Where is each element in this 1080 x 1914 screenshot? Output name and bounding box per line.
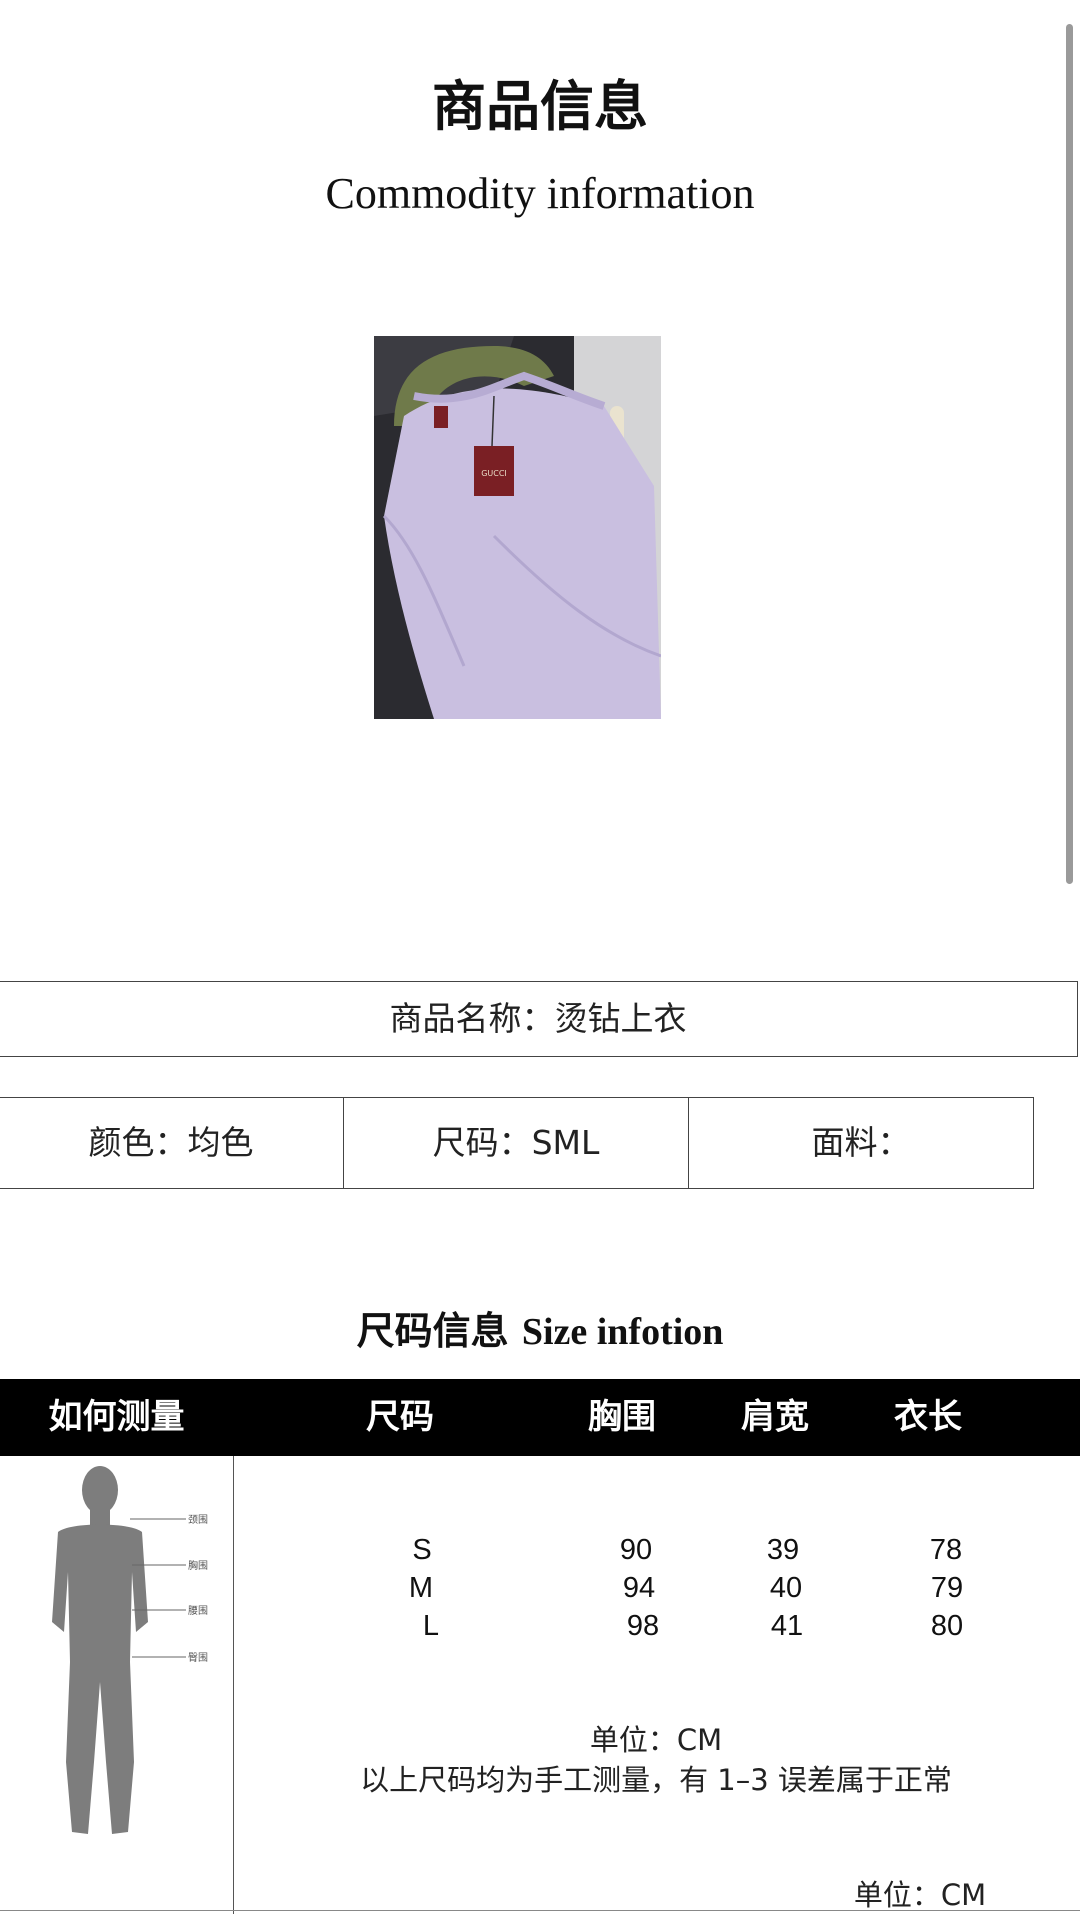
row-m-length: 79 [930, 1572, 964, 1604]
size-section-title: 尺码信息 Size infotion [0, 1300, 1080, 1355]
product-color: 颜色：均色 [0, 1098, 344, 1188]
row-l-shoulder: 41 [770, 1610, 804, 1642]
size-title-en: Size infotion [521, 1311, 724, 1353]
size-table-header: 如何测量 尺码 胸围 肩宽 衣长 [0, 1379, 1080, 1456]
page-title: 商品信息 [432, 75, 648, 138]
unit-note: 单位：CM [589, 1723, 723, 1757]
unit-note-bottom: 单位：CM [853, 1878, 987, 1912]
row-m-chest: 94 [622, 1572, 656, 1604]
label-hip: 臀围 [188, 1652, 208, 1664]
label-waist: 腰围 [188, 1605, 208, 1617]
row-l-size: L [422, 1610, 440, 1642]
product-name: 商品名称：烫钻上衣 [0, 981, 1078, 1057]
row-m-size: M [408, 1572, 434, 1604]
body-measurement-figure: 颈围 胸围 腰围 臀围 [40, 1462, 220, 1852]
row-s-chest: 90 [619, 1534, 653, 1566]
header-chest: 胸围 [588, 1397, 656, 1437]
table-divider [233, 1456, 234, 1914]
header-how-to-measure: 如何测量 [48, 1397, 185, 1437]
product-attributes: 颜色：均色 尺码：SML 面料： [0, 1097, 1034, 1189]
measurement-notes: 单位：CM 以上尺码均为手工测量，有 1–3 误差属于正常 [240, 1720, 1072, 1800]
row-s-shoulder: 39 [766, 1534, 800, 1566]
tag-text: GUCCI [481, 469, 507, 478]
page-subtitle: Commodity information [325, 169, 755, 218]
row-l-chest: 98 [626, 1610, 660, 1642]
product-size: 尺码：SML [344, 1098, 689, 1188]
row-l-length: 80 [930, 1610, 964, 1642]
product-photo: GUCCI [374, 336, 661, 719]
row-s-size: S [412, 1534, 432, 1566]
label-chest: 胸围 [188, 1559, 208, 1572]
header-size: 尺码 [366, 1397, 434, 1437]
row-s-length: 78 [929, 1534, 963, 1566]
label-neck: 颈围 [188, 1514, 208, 1526]
product-fabric: 面料： [811, 1123, 911, 1162]
row-m-shoulder: 40 [769, 1572, 803, 1604]
error-note: 以上尺码均为手工测量，有 1–3 误差属于正常 [360, 1763, 952, 1797]
header-shoulder: 肩宽 [741, 1397, 809, 1437]
scrollbar[interactable] [1066, 24, 1073, 884]
size-title-cn: 尺码信息 [356, 1309, 509, 1353]
header-length: 衣长 [894, 1397, 962, 1437]
